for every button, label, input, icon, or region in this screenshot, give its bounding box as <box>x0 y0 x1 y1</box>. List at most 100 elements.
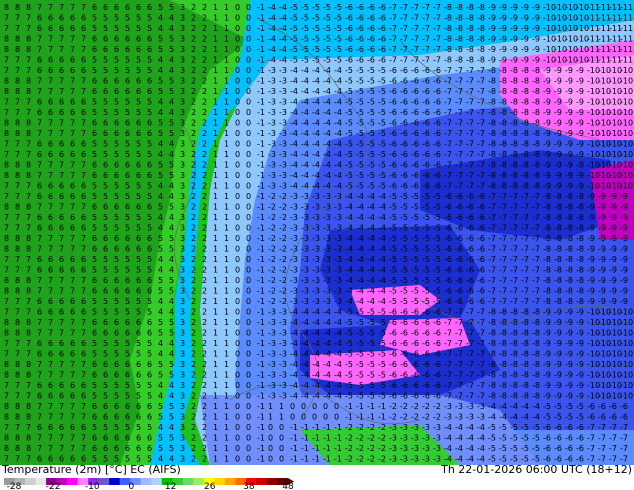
grid-value: -3 <box>268 108 276 117</box>
grid-value: 5 <box>103 339 108 348</box>
grid-value: -3 <box>433 444 441 453</box>
grid-value: -5 <box>345 129 353 138</box>
grid-value: 6 <box>48 213 53 222</box>
grid-value: -9 <box>620 213 628 222</box>
grid-value: 7 <box>70 371 75 380</box>
grid-value: 6 <box>147 413 152 422</box>
grid-value: 5 <box>147 213 152 222</box>
grid-value: 7 <box>81 318 86 327</box>
grid-value: 2 <box>191 360 196 369</box>
grid-value: 5 <box>169 119 174 128</box>
grid-value: 6 <box>59 140 64 149</box>
grid-value: -1 <box>257 255 265 264</box>
grid-value: -5 <box>301 45 309 54</box>
grid-value: -6 <box>422 150 430 159</box>
grid-value: -3 <box>334 203 342 212</box>
grid-value: -7 <box>532 224 540 233</box>
grid-value: 1 <box>213 329 218 338</box>
grid-value: 7 <box>81 45 86 54</box>
grid-value: 7 <box>48 245 53 254</box>
grid-value: -7 <box>510 287 518 296</box>
grid-value: 8 <box>26 234 31 243</box>
grid-value: 7 <box>59 287 64 296</box>
grid-value: -3 <box>400 423 408 432</box>
grid-value: 5 <box>147 392 152 401</box>
grid-value: 6 <box>147 287 152 296</box>
grid-value: -4 <box>268 45 276 54</box>
grid-value: 0 <box>246 150 251 159</box>
grid-value: -4 <box>334 371 342 380</box>
grid-value: 4 <box>169 14 174 23</box>
grid-value: -5 <box>400 287 408 296</box>
grid-value: -9 <box>609 266 617 275</box>
grid-value: -5 <box>400 192 408 201</box>
grid-value: -6 <box>422 108 430 117</box>
grid-value: 1 <box>224 129 229 138</box>
grid-value: 5 <box>136 192 141 201</box>
grid-value: 2 <box>202 98 207 107</box>
grid-value: -5 <box>356 66 364 75</box>
grid-value: 5 <box>158 129 163 138</box>
grid-value: 7 <box>70 444 75 453</box>
grid-value: -9 <box>543 150 551 159</box>
grid-value: -5 <box>334 24 342 33</box>
grid-value: -6 <box>609 413 617 422</box>
grid-value: 6 <box>103 129 108 138</box>
grid-value: -3 <box>279 392 287 401</box>
grid-value: 1 <box>213 35 218 44</box>
grid-value: -1 <box>257 360 265 369</box>
grid-value: -3 <box>290 224 298 233</box>
grid-value: -5 <box>488 423 496 432</box>
grid-value: -7 <box>466 329 474 338</box>
grid-value: 0 <box>323 402 328 411</box>
grid-value: 5 <box>169 35 174 44</box>
grid-value: -3 <box>312 224 320 233</box>
grid-value: -7 <box>444 66 452 75</box>
grid-value: 6 <box>125 276 130 285</box>
grid-value: -10 <box>620 360 633 369</box>
grid-value: 4 <box>158 140 163 149</box>
grid-value: -3 <box>455 402 463 411</box>
grid-value: 1 <box>213 297 218 306</box>
grid-value: 0 <box>246 129 251 138</box>
grid-value: 6 <box>37 66 42 75</box>
grid-value: -5 <box>290 35 298 44</box>
grid-value: -5 <box>378 66 386 75</box>
grid-value: -8 <box>488 98 496 107</box>
grid-value: -7 <box>609 444 617 453</box>
grid-value: 7 <box>4 266 9 275</box>
grid-value: -7 <box>488 276 496 285</box>
grid-value: 7 <box>4 297 9 306</box>
grid-value: -8 <box>532 98 540 107</box>
grid-value: -10 <box>620 392 633 401</box>
grid-value: 7 <box>26 297 31 306</box>
grid-value: 0 <box>246 3 251 12</box>
grid-value: 7 <box>37 234 42 243</box>
grid-value: 6 <box>37 224 42 233</box>
grid-value: 6 <box>81 381 86 390</box>
grid-value: -3 <box>411 423 419 432</box>
grid-value: -8 <box>532 77 540 86</box>
grid-value: -7 <box>422 35 430 44</box>
grid-value: -5 <box>433 266 441 275</box>
grid-value: 8 <box>4 245 9 254</box>
grid-value: -7 <box>455 182 463 191</box>
grid-value: -7 <box>466 360 474 369</box>
grid-value: -4 <box>312 87 320 96</box>
grid-value: 8 <box>4 129 9 138</box>
grid-value: 4 <box>169 392 174 401</box>
grid-value: -4 <box>268 35 276 44</box>
grid-value: 8 <box>26 161 31 170</box>
grid-value: -7 <box>532 276 540 285</box>
grid-value: 5 <box>114 66 119 75</box>
grid-value: -4 <box>290 140 298 149</box>
grid-value: 3 <box>180 413 185 422</box>
grid-value: -1 <box>301 455 309 464</box>
grid-value: -5 <box>301 24 309 33</box>
grid-value: -1 <box>257 392 265 401</box>
colorbar-swatch <box>266 478 278 485</box>
grid-value: -6 <box>422 98 430 107</box>
grid-value: 2 <box>191 266 196 275</box>
grid-value: 5 <box>125 308 130 317</box>
grid-value: 7 <box>37 3 42 12</box>
